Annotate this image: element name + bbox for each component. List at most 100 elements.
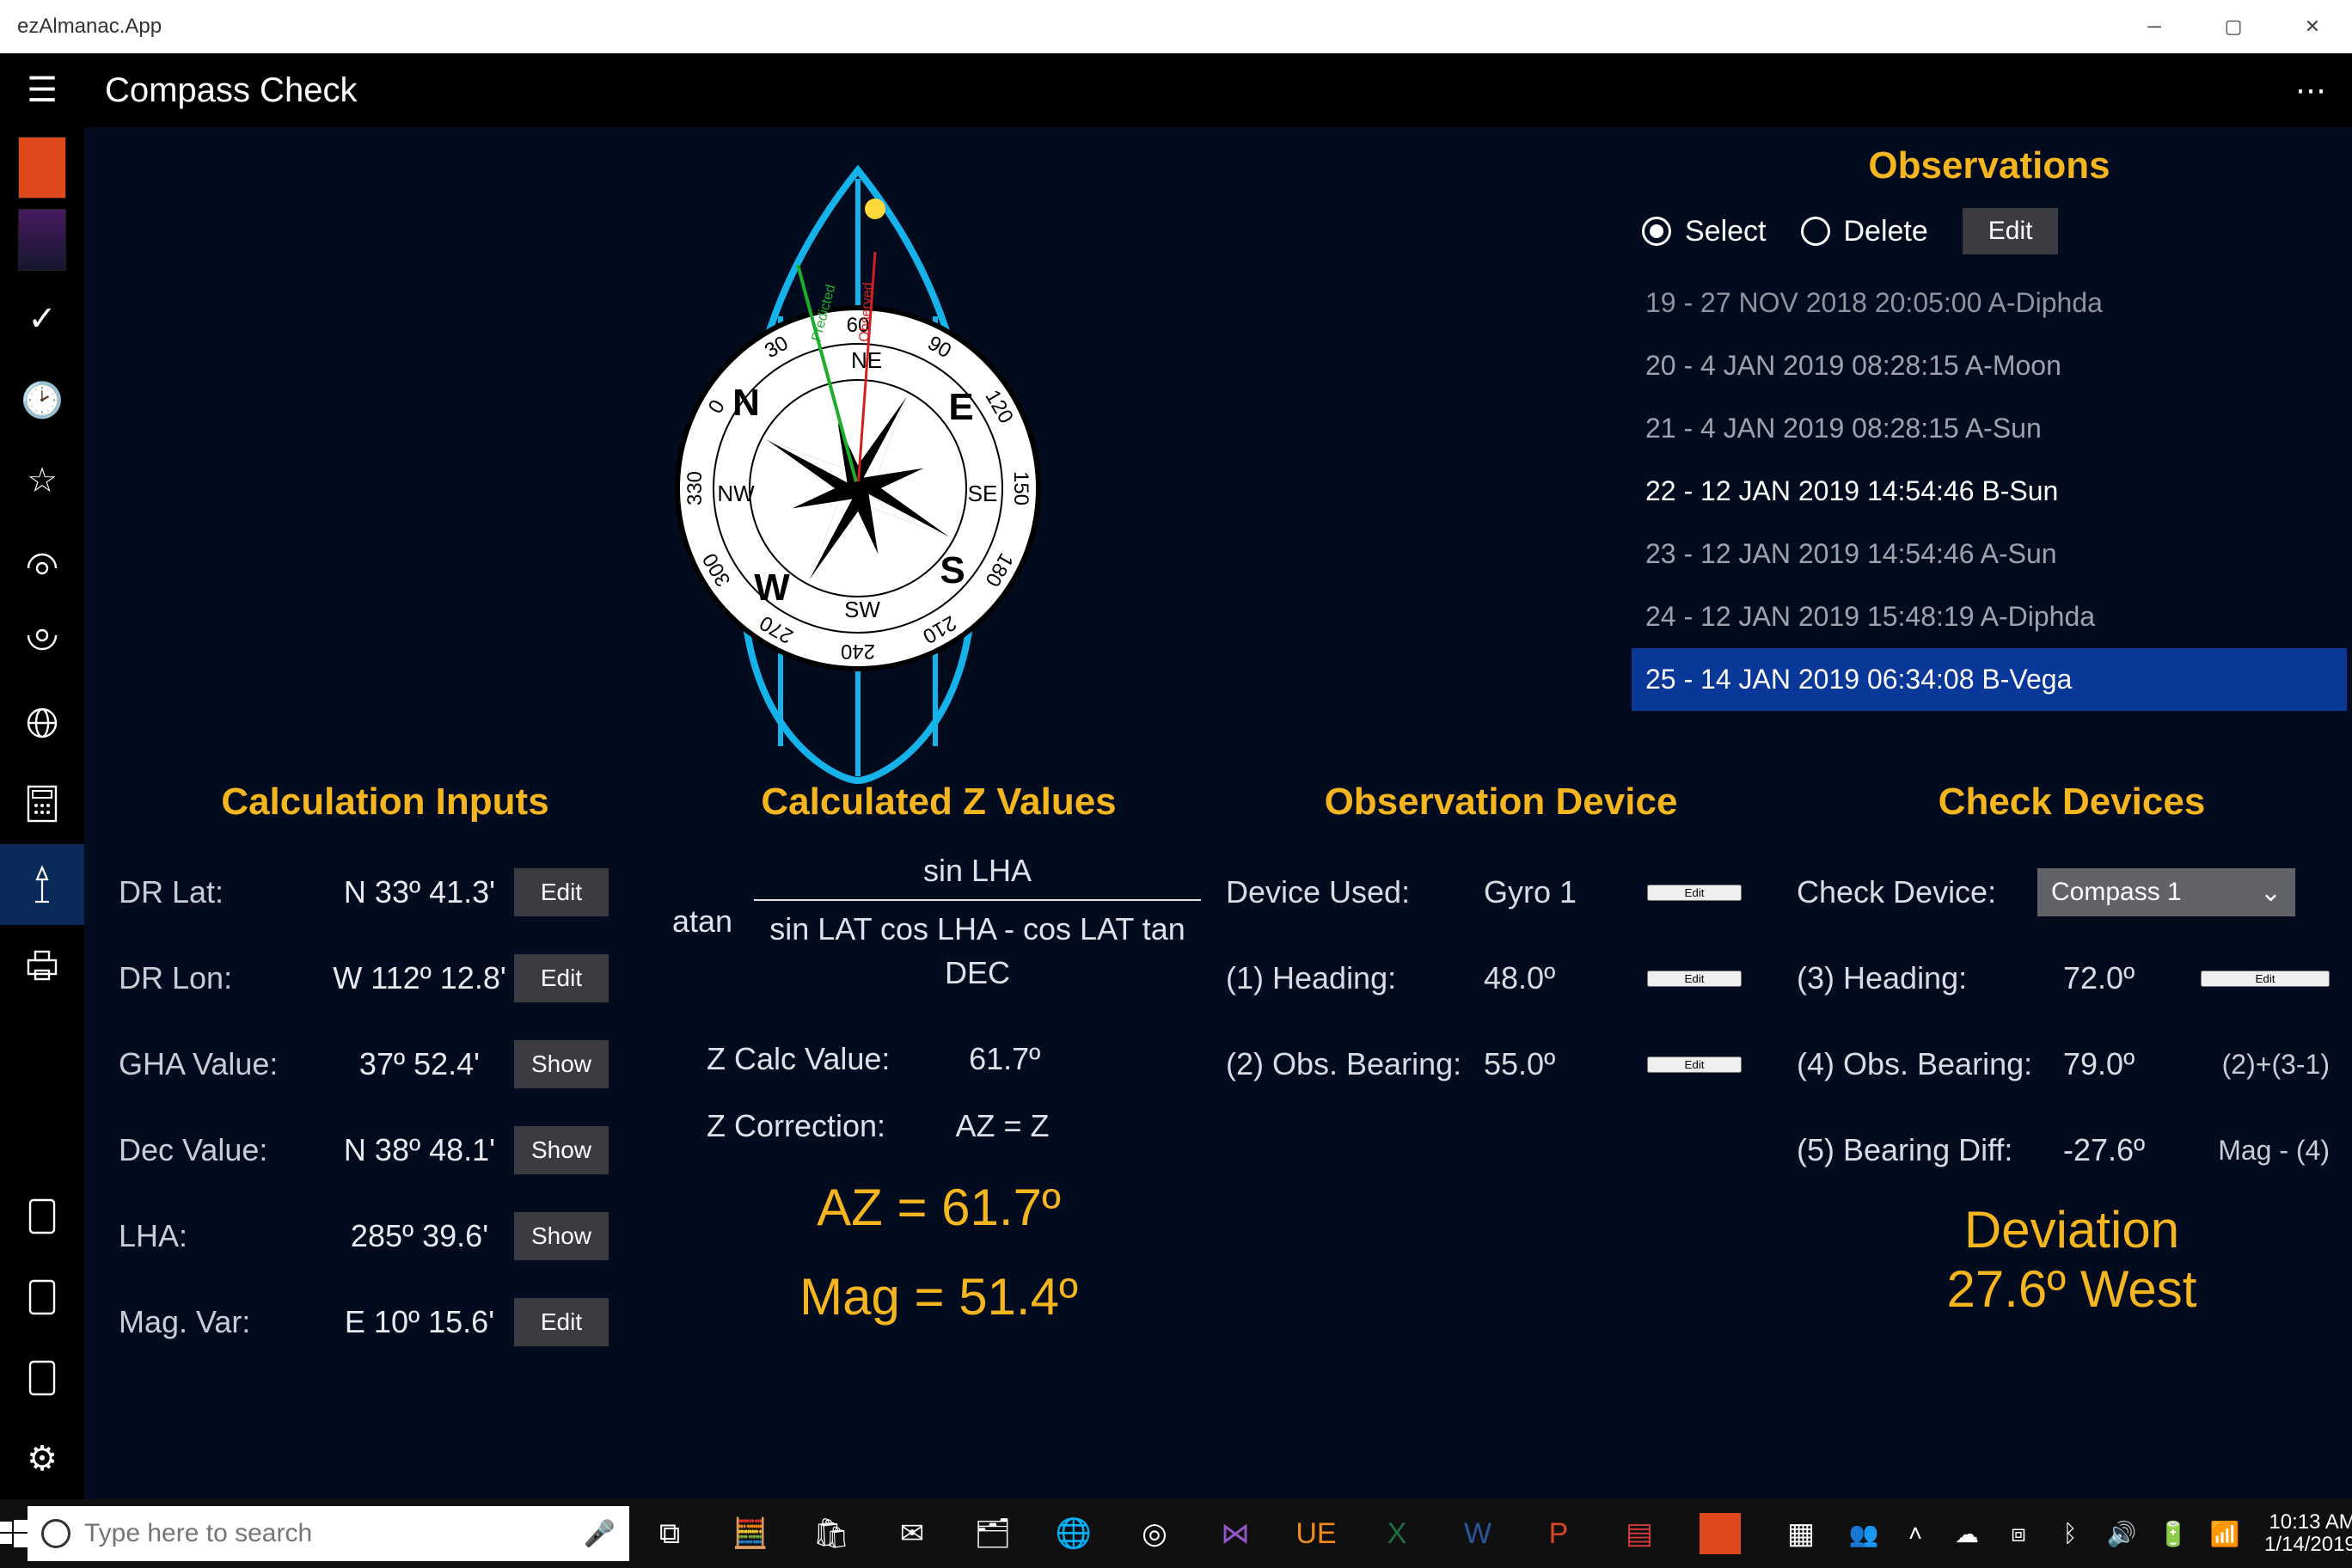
rise-icon[interactable] [0, 521, 84, 602]
mic-icon[interactable]: 🎤 [584, 1519, 616, 1549]
taskbar-app-calculator[interactable]: 🧮 [710, 1499, 791, 1568]
heading-edit-button[interactable]: Edit [1647, 971, 1742, 987]
radio-dot-icon [1642, 217, 1671, 246]
calculator-icon[interactable] [0, 763, 84, 844]
sidebar-thumb-1[interactable] [16, 134, 68, 201]
tray-chevron-up-icon[interactable]: ˄ [1893, 1520, 1938, 1547]
obs-item[interactable]: 24 - 12 JAN 2019 15:48:19 A-Diphda [1632, 585, 2347, 648]
globe-icon[interactable] [0, 683, 84, 763]
taskbar-app-explorer[interactable]: 🗂 [952, 1499, 1033, 1568]
checkdev-title: Check Devices [1797, 781, 2347, 824]
clock-icon[interactable]: 🕑 [0, 359, 84, 440]
magvar-edit-button[interactable]: Edit [514, 1298, 609, 1346]
checkdev-label: (5) Bearing Diff: [1797, 1132, 2063, 1168]
taskbar-app-ue[interactable]: UE [1276, 1499, 1357, 1568]
taskbar-app-vs[interactable]: ⋈ [1195, 1499, 1276, 1568]
check-icon[interactable]: ✓ [0, 279, 84, 359]
obs-item-selected[interactable]: 25 - 14 JAN 2019 06:34:08 B-Vega [1632, 648, 2347, 711]
wifi-icon[interactable]: 📶 [2202, 1520, 2247, 1548]
dec-show-button[interactable]: Show [514, 1126, 609, 1174]
svg-text:NW: NW [717, 481, 755, 506]
input-label: LHA: [119, 1218, 325, 1254]
checkdev-side-note: (2)+(3-1) [2201, 1049, 2330, 1081]
obs-edit-button[interactable]: Edit [1963, 208, 2059, 254]
dr-lat-edit-button[interactable]: Edit [514, 868, 609, 916]
observations-title: Observations [1632, 144, 2347, 187]
dropdown-value: Compass 1 [2051, 878, 2182, 907]
checkdev-side-note: Mag - (4) [2201, 1135, 2330, 1167]
deviation-title: Deviation [1797, 1200, 2347, 1259]
observation-device-section: Observation Device Device Used:Gyro 1Edi… [1226, 781, 1776, 1365]
input-value: N 38º 48.1' [325, 1132, 514, 1168]
az-result: AZ = 61.7º [672, 1167, 1205, 1249]
bluetooth-icon[interactable]: ᛒ [2048, 1520, 2092, 1547]
checkdev-value: 72.0º [2063, 960, 2201, 996]
star-icon[interactable]: ☆ [0, 440, 84, 521]
obsdev-label: (1) Heading: [1226, 960, 1484, 996]
obs-item[interactable]: 23 - 12 JAN 2019 14:54:46 A-Sun [1632, 523, 2347, 585]
obs-item[interactable]: 21 - 4 JAN 2019 08:28:15 A-Sun [1632, 397, 2347, 460]
hamburger-menu-button[interactable]: ☰ [0, 53, 84, 127]
taskbar-search[interactable]: 🎤 [28, 1506, 629, 1561]
observations-list[interactable]: 19 - 27 NOV 2018 20:05:00 A-Diphda 20 - … [1632, 272, 2347, 711]
calculation-inputs-section: Calculation Inputs DR Lat:N 33º 41.3'Edi… [119, 781, 652, 1365]
set-icon[interactable] [0, 602, 84, 683]
checkdev-value: 79.0º [2063, 1046, 2201, 1082]
taskbar-app-store[interactable]: 🛍 [791, 1499, 872, 1568]
z-values-section: Calculated Z Values atan sin LHA sin LAT… [672, 781, 1205, 1365]
lha-show-button[interactable]: Show [514, 1212, 609, 1260]
taskbar-app-mail[interactable]: ✉ [872, 1499, 952, 1568]
print-icon[interactable] [0, 925, 84, 1006]
dr-lon-edit-button[interactable]: Edit [514, 954, 609, 1002]
check-heading-edit-button[interactable]: Edit [2201, 971, 2330, 987]
z-calc-value: 61.7º [969, 1041, 1040, 1077]
close-button[interactable]: ✕ [2273, 0, 2352, 53]
obs-item[interactable]: 22 - 12 JAN 2019 14:54:46 B-Sun [1632, 460, 2347, 523]
taskbar-app-edge[interactable]: 🌐 [1033, 1499, 1114, 1568]
dropbox-icon[interactable]: ⧈ [1996, 1520, 2041, 1548]
gha-show-button[interactable]: Show [514, 1040, 609, 1088]
task-view-button[interactable]: ⧉ [629, 1499, 710, 1568]
people-icon[interactable]: 👥 [1841, 1520, 1886, 1548]
svg-text:N: N [732, 382, 760, 424]
onedrive-icon[interactable]: ☁ [1945, 1520, 1989, 1548]
minimize-button[interactable]: ─ [2115, 0, 2194, 53]
page-2-icon[interactable] [0, 1257, 84, 1338]
page-3-icon[interactable] [0, 1338, 84, 1418]
obsdev-title: Observation Device [1226, 781, 1776, 824]
device-used-edit-button[interactable]: Edit [1647, 885, 1742, 901]
search-input[interactable] [84, 1519, 570, 1548]
sidebar-thumb-2[interactable] [16, 206, 68, 273]
check-device-label: Check Device: [1797, 874, 2037, 910]
taskbar-app-chrome[interactable]: ◎ [1114, 1499, 1195, 1568]
battery-icon[interactable]: 🔋 [2151, 1520, 2196, 1548]
compass-check-icon[interactable] [0, 844, 84, 925]
taskbar-app-ezalmanac[interactable] [1680, 1499, 1761, 1568]
volume-icon[interactable]: 🔊 [2099, 1520, 2144, 1548]
input-label: DR Lon: [119, 960, 325, 996]
system-tray: 👥 ˄ ☁ ⧈ ᛒ 🔊 🔋 📶 10:13 AM 1/14/2019 4 [1841, 1511, 2352, 1557]
obs-item[interactable]: 20 - 4 JAN 2019 08:28:15 A-Moon [1632, 334, 2347, 397]
zvalues-title: Calculated Z Values [672, 781, 1205, 824]
taskbar-app-word[interactable]: W [1437, 1499, 1518, 1568]
taskbar-app-excel[interactable]: X [1357, 1499, 1437, 1568]
maximize-button[interactable]: ▢ [2194, 0, 2273, 53]
check-devices-section: Check Devices Check Device: Compass 1 ⌄ … [1797, 781, 2347, 1365]
obs-select-label: Select [1685, 215, 1767, 248]
obs-mode-delete-radio[interactable]: Delete [1801, 215, 1928, 248]
formula-numerator: sin LHA [923, 849, 1032, 892]
obs-bearing-edit-button[interactable]: Edit [1647, 1057, 1742, 1073]
page-1-icon[interactable] [0, 1176, 84, 1257]
obs-mode-select-radio[interactable]: Select [1642, 215, 1767, 248]
settings-icon[interactable]: ⚙ [0, 1418, 84, 1499]
nav-sidebar: ✓ 🕑 ☆ ⚙ [0, 127, 84, 1499]
more-options-button[interactable]: ⋯ [2295, 72, 2328, 108]
obs-item[interactable]: 19 - 27 NOV 2018 20:05:00 A-Diphda [1632, 272, 2347, 334]
taskbar-clock[interactable]: 10:13 AM 1/14/2019 [2254, 1511, 2352, 1557]
start-button[interactable] [0, 1520, 28, 1547]
taskbar-app-powerpoint[interactable]: P [1518, 1499, 1599, 1568]
check-device-dropdown[interactable]: Compass 1 ⌄ [2037, 868, 2295, 916]
taskbar-app-generic-1[interactable]: ▤ [1599, 1499, 1680, 1568]
svg-text:SW: SW [844, 597, 880, 622]
taskbar-app-generic-2[interactable]: ▦ [1761, 1499, 1841, 1568]
